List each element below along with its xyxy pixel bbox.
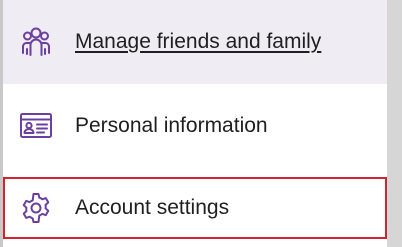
people-group-icon: [19, 25, 53, 59]
menu-item-label: Manage friends and family: [75, 30, 322, 53]
menu-item-account-settings[interactable]: Account settings: [3, 177, 387, 239]
menu-item-manage-friends-and-family[interactable]: Manage friends and family: [3, 0, 387, 84]
menu-item-label: Account settings: [75, 196, 230, 219]
account-dropdown-menu: Manage friends and family Personal infor…: [3, 0, 387, 247]
menu-item-label: Personal information: [75, 114, 268, 137]
id-card-icon: [19, 109, 53, 143]
account-menu-screenshot: Manage friends and family Personal infor…: [0, 0, 402, 247]
scrollbar-track[interactable]: [387, 0, 402, 247]
menu-item-personal-information[interactable]: Personal information: [3, 84, 387, 168]
gear-icon: [19, 191, 53, 225]
